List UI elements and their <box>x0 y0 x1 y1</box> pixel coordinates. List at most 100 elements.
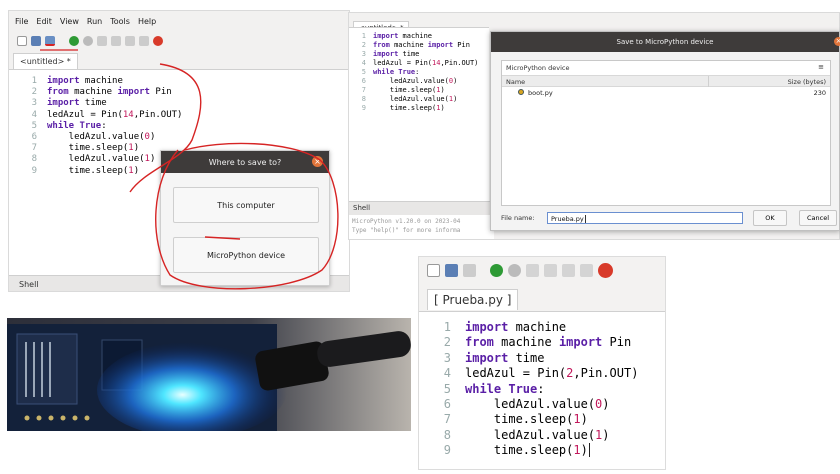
cancel-button[interactable]: Cancel <box>799 210 837 226</box>
line-number: 8 <box>31 154 37 165</box>
line-number: 7 <box>443 412 451 427</box>
file-name: boot.py <box>528 89 553 97</box>
close-icon[interactable]: × <box>834 37 840 46</box>
toolbar <box>427 263 613 278</box>
python-file-icon <box>518 89 524 95</box>
menu-bar: File Edit View Run Tools Help <box>9 11 349 31</box>
shell-tab[interactable]: Shell <box>19 280 39 289</box>
stop-icon[interactable] <box>153 36 163 46</box>
code-line: time.sleep(1) <box>373 104 445 112</box>
esp-board-photo <box>7 318 411 431</box>
code-line: ledAzul = Pin(2,Pin.OUT) <box>465 366 639 381</box>
shell-line: Type "help()" for more informa <box>352 227 461 234</box>
code-line: import machine <box>47 76 123 86</box>
line-number-gutter: 1 2 3 4 5 6 7 8 9 <box>349 32 369 113</box>
micropython-device-button[interactable]: MicroPython device <box>173 237 319 273</box>
resume-icon[interactable] <box>139 36 149 46</box>
debug-icon[interactable] <box>83 36 93 46</box>
step-out-icon[interactable] <box>125 36 135 46</box>
line-number-gutter: 1 2 3 4 5 6 7 8 9 <box>419 320 457 459</box>
code-line: while True: <box>373 68 420 76</box>
step-into-icon[interactable] <box>111 36 121 46</box>
run-icon[interactable] <box>490 264 503 277</box>
code-line: ledAzul.value(0) <box>373 77 458 85</box>
save-file-icon[interactable] <box>45 36 55 46</box>
code-line: import time <box>47 98 107 109</box>
location-label: MicroPython device <box>506 64 570 72</box>
line-number: 6 <box>361 77 366 85</box>
tab-untitled[interactable]: <untitled> * <box>13 53 78 69</box>
step-over-icon[interactable] <box>526 264 539 277</box>
code-text: import machine from machine import Pin i… <box>369 32 478 113</box>
code-line: import time <box>465 350 545 365</box>
line-number: 9 <box>31 165 37 176</box>
menu-run[interactable]: Run <box>87 17 102 26</box>
code-editor[interactable]: 1 2 3 4 5 6 7 8 9 import machine from ma… <box>419 311 665 469</box>
line-number: 2 <box>361 41 366 49</box>
open-file-icon[interactable] <box>445 264 458 277</box>
code-line: ledAzul = Pin(14,Pin.OUT) <box>373 59 479 67</box>
menu-view[interactable]: View <box>60 17 79 26</box>
save-file-icon[interactable] <box>463 264 476 277</box>
open-file-icon[interactable] <box>31 36 41 46</box>
line-number: 1 <box>31 76 37 86</box>
menu-file[interactable]: File <box>15 17 28 26</box>
file-size: 230 <box>813 89 826 97</box>
step-into-icon[interactable] <box>544 264 557 277</box>
line-number: 5 <box>443 381 451 396</box>
file-row[interactable]: boot.py 230 <box>502 87 830 99</box>
shell-tab[interactable]: Shell <box>353 204 370 212</box>
line-number: 1 <box>443 320 451 334</box>
code-line: from machine import Pin <box>465 335 632 350</box>
where-to-save-dialog: Where to save to? × This computer MicroP… <box>160 150 330 286</box>
new-file-icon[interactable] <box>427 264 440 277</box>
new-file-icon[interactable] <box>17 36 27 46</box>
tab-prueba[interactable]: [ Prueba.py ] <box>427 289 519 310</box>
line-number-gutter: 1 2 3 4 5 6 7 8 9 <box>9 76 41 177</box>
save-to-device-dialog: Save to MicroPython device × MicroPython… <box>490 31 840 231</box>
column-name-header[interactable]: Name <box>506 78 525 86</box>
line-number: 4 <box>443 366 451 381</box>
location-bar: MicroPython device ≡ <box>502 61 830 75</box>
code-line: ledAzul.value(0) <box>47 132 156 143</box>
code-line: ledAzul.value(1) <box>465 427 610 442</box>
code-line: while True: <box>47 120 107 131</box>
filename-input[interactable]: Prueba.py <box>547 212 743 224</box>
ok-button[interactable]: OK <box>753 210 787 226</box>
menu-edit[interactable]: Edit <box>36 17 52 26</box>
menu-icon[interactable]: ≡ <box>818 63 824 71</box>
menu-tools[interactable]: Tools <box>110 17 130 26</box>
dialog-header: Save to MicroPython device × <box>491 32 840 52</box>
run-icon[interactable] <box>69 36 79 46</box>
debug-icon[interactable] <box>508 264 521 277</box>
file-browser: MicroPython device ≡ Name Size (bytes) b… <box>501 60 831 206</box>
stop-icon[interactable] <box>598 263 613 278</box>
line-number: 2 <box>31 87 37 98</box>
shell-output[interactable]: MicroPython v1.20.0 on 2023-04 Type "hel… <box>349 215 494 239</box>
editor-tab-row: <untitled> * <box>9 51 349 69</box>
line-number: 6 <box>31 132 37 143</box>
line-number: 8 <box>361 95 366 103</box>
line-number: 4 <box>361 59 366 67</box>
resume-icon[interactable] <box>580 264 593 277</box>
toolbar <box>9 31 349 51</box>
dialog-title: Save to MicroPython device <box>616 38 714 46</box>
line-number: 9 <box>443 443 451 458</box>
step-over-icon[interactable] <box>97 36 107 46</box>
code-line: ledAzul.value(1) <box>373 95 458 103</box>
close-icon[interactable]: × <box>312 156 323 167</box>
step-out-icon[interactable] <box>562 264 575 277</box>
code-line: import machine <box>465 320 567 334</box>
line-number: 3 <box>443 350 451 365</box>
line-number: 8 <box>443 427 451 442</box>
code-text: import machine from machine import Pin i… <box>457 320 638 459</box>
line-number: 3 <box>31 98 37 109</box>
column-size-header[interactable]: Size (bytes) <box>788 78 826 86</box>
shell-tab-bar: Shell <box>349 201 494 215</box>
this-computer-button[interactable]: This computer <box>173 187 319 223</box>
file-list-header: Name Size (bytes) <box>502 75 830 87</box>
code-line: from machine import Pin <box>373 41 470 49</box>
code-editor[interactable]: 1 2 3 4 5 6 7 8 9 import machine from ma… <box>349 27 489 207</box>
menu-help[interactable]: Help <box>138 17 156 26</box>
code-line: ledAzul = Pin(14,Pin.OUT) <box>47 109 183 120</box>
